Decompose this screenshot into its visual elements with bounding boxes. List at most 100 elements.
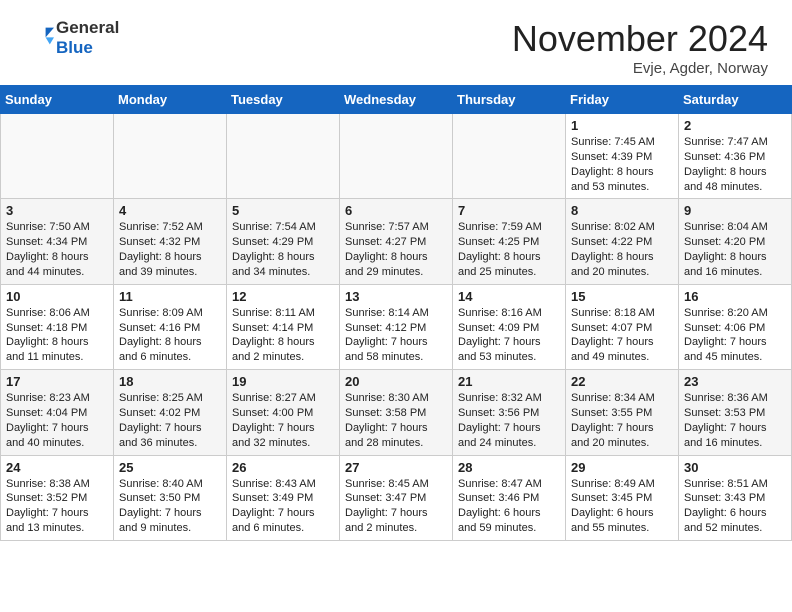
- day-info: Sunrise: 8:27 AM Sunset: 4:00 PM Dayligh…: [232, 391, 334, 450]
- day-info: Sunrise: 7:47 AM Sunset: 4:36 PM Dayligh…: [684, 135, 786, 194]
- calendar-cell: 27 Sunrise: 8:45 AM Sunset: 3:47 PM Dayli…: [340, 455, 453, 540]
- day-number: 23: [684, 374, 786, 389]
- calendar-cell: [114, 114, 227, 199]
- calendar-cell: 15 Sunrise: 8:18 AM Sunset: 4:07 PM Dayli…: [566, 284, 679, 369]
- day-info: Sunrise: 8:18 AM Sunset: 4:07 PM Dayligh…: [571, 306, 673, 365]
- day-info: Sunrise: 8:09 AM Sunset: 4:16 PM Dayligh…: [119, 306, 221, 365]
- month-title: November 2024: [512, 18, 768, 60]
- week-row-5: 24 Sunrise: 8:38 AM Sunset: 3:52 PM Dayli…: [1, 455, 792, 540]
- day-info: Sunrise: 8:14 AM Sunset: 4:12 PM Dayligh…: [345, 306, 447, 365]
- day-info: Sunrise: 8:30 AM Sunset: 3:58 PM Dayligh…: [345, 391, 447, 450]
- calendar-cell: 17 Sunrise: 8:23 AM Sunset: 4:04 PM Dayli…: [1, 370, 114, 455]
- logo-icon: [26, 22, 54, 50]
- day-info: Sunrise: 8:23 AM Sunset: 4:04 PM Dayligh…: [6, 391, 108, 450]
- day-number: 18: [119, 374, 221, 389]
- day-number: 29: [571, 460, 673, 475]
- day-info: Sunrise: 8:43 AM Sunset: 3:49 PM Dayligh…: [232, 477, 334, 536]
- logo-text-general: General: [56, 18, 119, 38]
- day-info: Sunrise: 8:04 AM Sunset: 4:20 PM Dayligh…: [684, 220, 786, 279]
- calendar-cell: 10 Sunrise: 8:06 AM Sunset: 4:18 PM Dayli…: [1, 284, 114, 369]
- day-info: Sunrise: 8:20 AM Sunset: 4:06 PM Dayligh…: [684, 306, 786, 365]
- day-info: Sunrise: 8:51 AM Sunset: 3:43 PM Dayligh…: [684, 477, 786, 536]
- logo: General Blue: [24, 18, 119, 58]
- day-number: 21: [458, 374, 560, 389]
- title-block: November 2024 Evje, Agder, Norway: [512, 18, 768, 77]
- day-number: 17: [6, 374, 108, 389]
- column-header-saturday: Saturday: [679, 86, 792, 114]
- day-number: 7: [458, 203, 560, 218]
- day-number: 14: [458, 289, 560, 304]
- calendar-cell: 7 Sunrise: 7:59 AM Sunset: 4:25 PM Daylig…: [453, 199, 566, 284]
- calendar-cell: 26 Sunrise: 8:43 AM Sunset: 3:49 PM Dayli…: [227, 455, 340, 540]
- week-row-2: 3Sunrise: 7:50 AM Sunset: 4:34 PM Daylig…: [1, 199, 792, 284]
- day-number: 16: [684, 289, 786, 304]
- calendar-cell: 21Sunrise: 8:32 AM Sunset: 3:56 PM Dayli…: [453, 370, 566, 455]
- calendar-cell: [227, 114, 340, 199]
- calendar-cell: 25 Sunrise: 8:40 AM Sunset: 3:50 PM Dayli…: [114, 455, 227, 540]
- calendar-cell: 2 Sunrise: 7:47 AM Sunset: 4:36 PM Daylig…: [679, 114, 792, 199]
- day-info: Sunrise: 8:36 AM Sunset: 3:53 PM Dayligh…: [684, 391, 786, 450]
- day-number: 12: [232, 289, 334, 304]
- calendar-header-row: SundayMondayTuesdayWednesdayThursdayFrid…: [1, 86, 792, 114]
- calendar-cell: 6Sunrise: 7:57 AM Sunset: 4:27 PM Daylig…: [340, 199, 453, 284]
- calendar-cell: 3Sunrise: 7:50 AM Sunset: 4:34 PM Daylig…: [1, 199, 114, 284]
- column-header-friday: Friday: [566, 86, 679, 114]
- day-number: 15: [571, 289, 673, 304]
- calendar-cell: 30Sunrise: 8:51 AM Sunset: 3:43 PM Dayli…: [679, 455, 792, 540]
- day-number: 20: [345, 374, 447, 389]
- calendar-cell: 18Sunrise: 8:25 AM Sunset: 4:02 PM Dayli…: [114, 370, 227, 455]
- day-number: 27: [345, 460, 447, 475]
- day-info: Sunrise: 7:54 AM Sunset: 4:29 PM Dayligh…: [232, 220, 334, 279]
- day-number: 24: [6, 460, 108, 475]
- day-number: 3: [6, 203, 108, 218]
- day-number: 25: [119, 460, 221, 475]
- day-info: Sunrise: 8:16 AM Sunset: 4:09 PM Dayligh…: [458, 306, 560, 365]
- day-number: 13: [345, 289, 447, 304]
- calendar-cell: 13 Sunrise: 8:14 AM Sunset: 4:12 PM Dayli…: [340, 284, 453, 369]
- page-header: General Blue November 2024 Evje, Agder, …: [0, 0, 792, 85]
- calendar-cell: [453, 114, 566, 199]
- day-info: Sunrise: 8:11 AM Sunset: 4:14 PM Dayligh…: [232, 306, 334, 365]
- day-info: Sunrise: 7:59 AM Sunset: 4:25 PM Dayligh…: [458, 220, 560, 279]
- calendar-cell: [1, 114, 114, 199]
- location: Evje, Agder, Norway: [512, 60, 768, 77]
- calendar-cell: 4 Sunrise: 7:52 AM Sunset: 4:32 PM Daylig…: [114, 199, 227, 284]
- day-info: Sunrise: 8:34 AM Sunset: 3:55 PM Dayligh…: [571, 391, 673, 450]
- calendar-cell: 29Sunrise: 8:49 AM Sunset: 3:45 PM Dayli…: [566, 455, 679, 540]
- day-info: Sunrise: 7:52 AM Sunset: 4:32 PM Dayligh…: [119, 220, 221, 279]
- calendar-cell: 20 Sunrise: 8:30 AM Sunset: 3:58 PM Dayli…: [340, 370, 453, 455]
- day-info: Sunrise: 8:40 AM Sunset: 3:50 PM Dayligh…: [119, 477, 221, 536]
- day-number: 1: [571, 118, 673, 133]
- column-header-thursday: Thursday: [453, 86, 566, 114]
- calendar-cell: 1 Sunrise: 7:45 AM Sunset: 4:39 PM Daylig…: [566, 114, 679, 199]
- day-number: 19: [232, 374, 334, 389]
- day-info: Sunrise: 8:06 AM Sunset: 4:18 PM Dayligh…: [6, 306, 108, 365]
- column-header-tuesday: Tuesday: [227, 86, 340, 114]
- day-number: 26: [232, 460, 334, 475]
- day-info: Sunrise: 8:02 AM Sunset: 4:22 PM Dayligh…: [571, 220, 673, 279]
- column-header-monday: Monday: [114, 86, 227, 114]
- day-number: 4: [119, 203, 221, 218]
- calendar-cell: [340, 114, 453, 199]
- calendar-cell: 5 Sunrise: 7:54 AM Sunset: 4:29 PM Daylig…: [227, 199, 340, 284]
- day-info: Sunrise: 7:45 AM Sunset: 4:39 PM Dayligh…: [571, 135, 673, 194]
- day-info: Sunrise: 8:45 AM Sunset: 3:47 PM Dayligh…: [345, 477, 447, 536]
- day-number: 2: [684, 118, 786, 133]
- day-info: Sunrise: 7:57 AM Sunset: 4:27 PM Dayligh…: [345, 220, 447, 279]
- calendar-cell: 28 Sunrise: 8:47 AM Sunset: 3:46 PM Dayli…: [453, 455, 566, 540]
- day-info: Sunrise: 8:47 AM Sunset: 3:46 PM Dayligh…: [458, 477, 560, 536]
- calendar-table: SundayMondayTuesdayWednesdayThursdayFrid…: [0, 85, 792, 541]
- day-info: Sunrise: 8:38 AM Sunset: 3:52 PM Dayligh…: [6, 477, 108, 536]
- day-number: 11: [119, 289, 221, 304]
- calendar-cell: 22 Sunrise: 8:34 AM Sunset: 3:55 PM Dayli…: [566, 370, 679, 455]
- day-number: 5: [232, 203, 334, 218]
- day-number: 9: [684, 203, 786, 218]
- calendar-cell: 12 Sunrise: 8:11 AM Sunset: 4:14 PM Dayli…: [227, 284, 340, 369]
- calendar-cell: 16 Sunrise: 8:20 AM Sunset: 4:06 PM Dayli…: [679, 284, 792, 369]
- day-number: 28: [458, 460, 560, 475]
- calendar-cell: 19 Sunrise: 8:27 AM Sunset: 4:00 PM Dayli…: [227, 370, 340, 455]
- calendar-cell: 8Sunrise: 8:02 AM Sunset: 4:22 PM Daylig…: [566, 199, 679, 284]
- calendar-cell: 11 Sunrise: 8:09 AM Sunset: 4:16 PM Dayli…: [114, 284, 227, 369]
- day-number: 22: [571, 374, 673, 389]
- day-number: 10: [6, 289, 108, 304]
